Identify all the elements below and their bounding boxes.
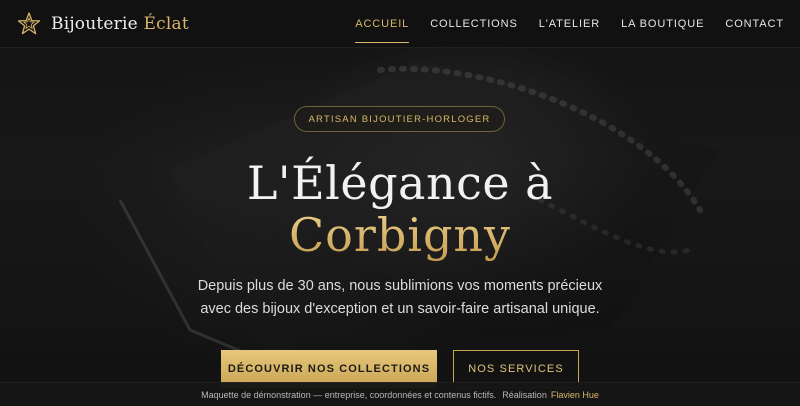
demo-footer: Maquette de démonstration — entreprise, …	[0, 382, 800, 406]
brand-name-main: Bijouterie	[51, 14, 138, 34]
main-nav: ACCUEIL COLLECTIONS L'ATELIER LA BOUTIQU…	[334, 0, 784, 48]
nav-item-accueil[interactable]: ACCUEIL	[355, 18, 410, 43]
hero-subtitle-line1: Depuis plus de 30 ans, nous sublimions v…	[197, 278, 603, 294]
top-navigation-bar: Bijouterie Éclat ACCUEIL COLLECTIONS L'A…	[0, 0, 800, 48]
hero-subtitle-line2: avec des bijoux d'exception et un savoir…	[200, 301, 600, 317]
nav-item-contact[interactable]: CONTACT	[725, 18, 784, 30]
hero-title-line1: L'Élégance à	[246, 156, 554, 210]
nav-item-atelier[interactable]: L'ATELIER	[539, 18, 600, 30]
nav-item-boutique[interactable]: LA BOUTIQUE	[621, 18, 704, 30]
brand-name: Bijouterie Éclat	[51, 14, 189, 34]
footer-credit-link[interactable]: Flavien Hue	[551, 390, 599, 400]
hero-badge: ARTISAN BIJOUTIER-HORLOGER	[294, 106, 505, 132]
footer-notice: Maquette de démonstration — entreprise, …	[201, 389, 497, 400]
brand-name-accent: Éclat	[143, 14, 189, 34]
star-icon	[18, 12, 40, 35]
nav-item-collections[interactable]: COLLECTIONS	[430, 18, 518, 30]
brand-logo[interactable]: Bijouterie Éclat	[18, 11, 189, 37]
footer-credit-label: Réalisation	[502, 389, 547, 400]
hero-title-line2: Corbigny	[0, 208, 800, 262]
